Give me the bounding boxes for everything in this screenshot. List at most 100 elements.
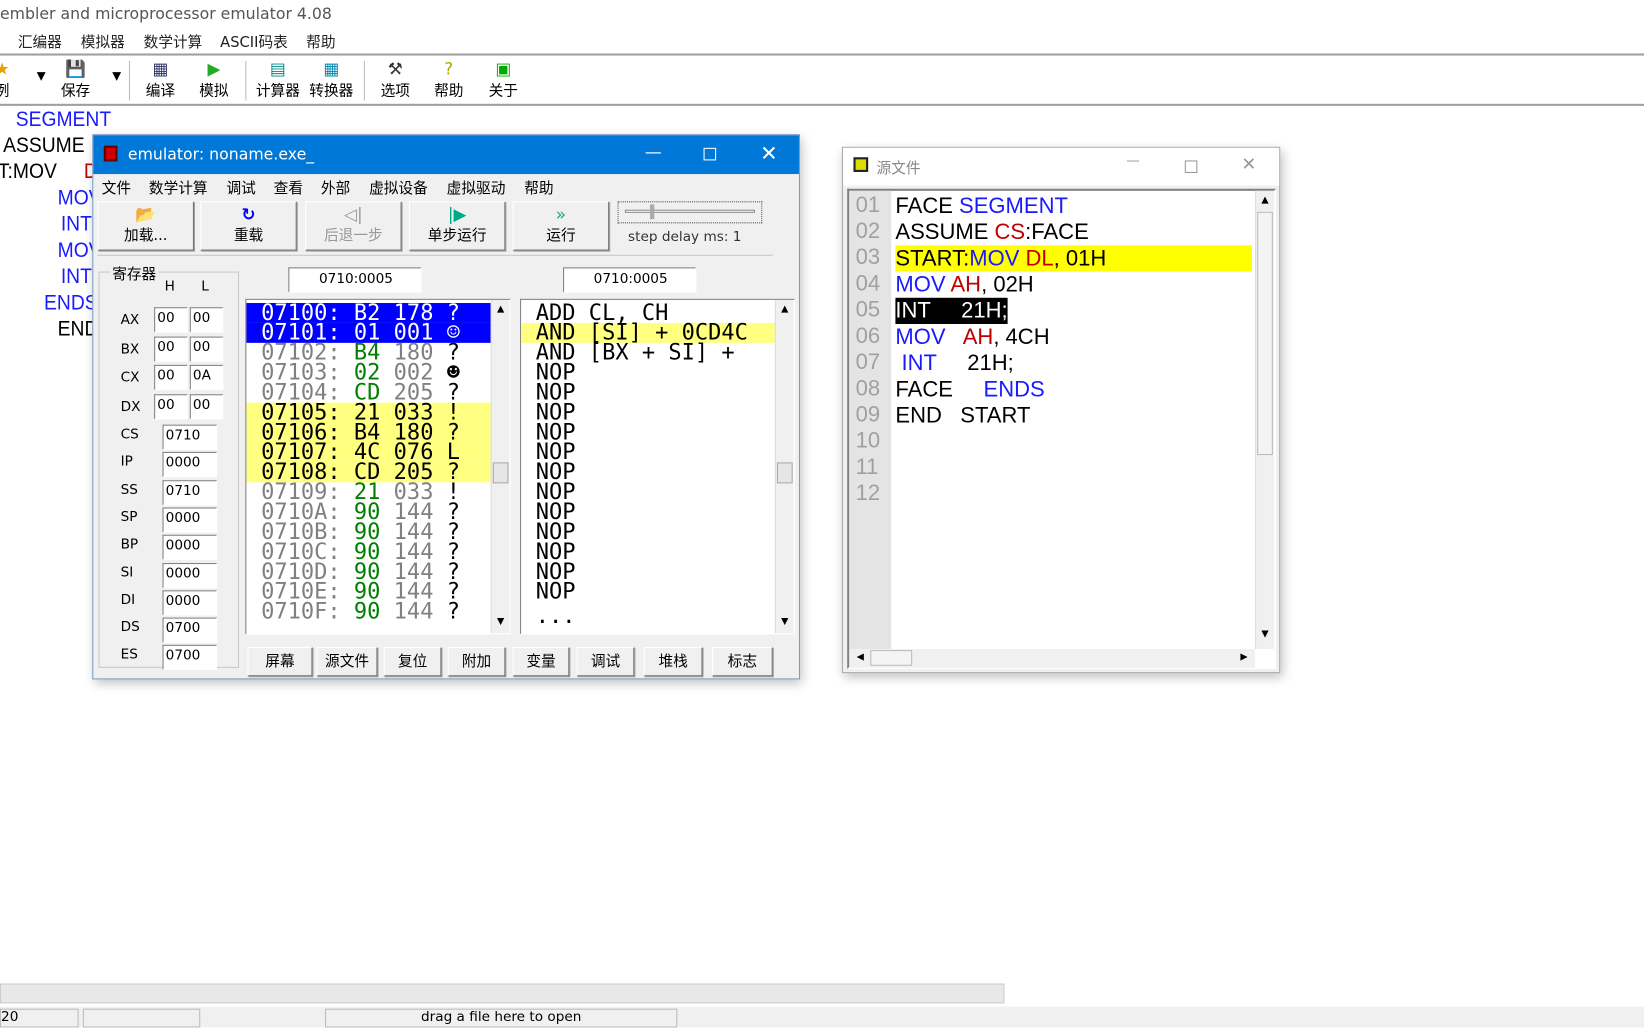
emulator-menu-item[interactable]: 查看 [274,177,303,198]
register-cx-low[interactable]: 0A [189,364,224,391]
register-bp[interactable]: 0000 [162,534,218,561]
emulator-titlebar[interactable]: emulator: noname.exe_ — ✕ [93,135,799,175]
register-ss[interactable]: 0710 [162,479,218,505]
register-ax-high[interactable]: 00 [154,307,188,333]
code-line[interactable]: SEGMENT [16,108,111,132]
step-back-button[interactable]: ◁| 后退一步 [305,201,402,251]
emulator-menu-item[interactable]: 虚拟驱动 [447,177,506,198]
scroll-left-icon[interactable]: ◀ [851,652,869,662]
scroll-thumb[interactable] [776,462,793,484]
source-line[interactable]: MOV AH, 4CH [895,324,1049,350]
source-line[interactable]: START:MOV DL, 01H [895,245,1252,272]
close-button[interactable]: ✕ [1241,154,1256,175]
code-line[interactable]: INT [61,213,92,237]
single-step-button[interactable]: |▶ 单步运行 [408,201,506,251]
source-line[interactable]: MOV AH, 02H [895,272,1033,298]
toolbar-button-5[interactable]: ▦ 转换器 [308,59,354,101]
memory-address-input[interactable]: 0710:0005 [288,267,422,293]
maximize-button[interactable] [703,147,717,161]
minimize-button[interactable]: — [1126,153,1140,169]
toolbar-button-8[interactable]: ▣ 关于 [480,59,526,101]
load-button[interactable]: 📂 加载... [97,201,194,251]
close-button[interactable]: ✕ [760,140,778,165]
source-hscrollbar[interactable]: ◀ ▶ [849,649,1256,668]
register-es[interactable]: 0700 [162,645,218,671]
emulator-menu-item[interactable]: 外部 [321,177,350,198]
disasm-row[interactable]: ... [521,604,775,626]
source-vscrollbar[interactable]: ▲ ▼ [1255,190,1274,650]
minimize-button[interactable]: — [645,142,662,162]
source-line[interactable]: ASSUME CS:FACE [895,219,1088,245]
source-line[interactable]: FACE ENDS [895,376,1044,402]
emulator-menu-item[interactable]: 调试 [226,177,255,198]
dropdown-arrow-icon[interactable]: ▼ [112,69,121,83]
bottom-button-2[interactable]: 复位 [383,646,442,677]
register-cx-high[interactable]: 00 [154,364,188,391]
source-line[interactable]: END START [895,403,1030,429]
register-si[interactable]: 0000 [162,562,218,588]
menu-item[interactable]: 数学计算 [144,31,203,52]
emulator-menu-item[interactable]: 虚拟设备 [369,177,428,198]
scroll-thumb[interactable] [492,462,509,484]
register-dx-high[interactable]: 00 [154,393,188,419]
toolbar-button-7[interactable]: ? 帮助 [426,59,472,101]
source-line[interactable]: FACE SEGMENT [895,193,1068,219]
toolbar-button-1[interactable]: 💾 保存 [52,59,98,101]
source-titlebar[interactable]: 源文件 — ✕ [842,147,1280,186]
register-ds[interactable]: 0700 [162,617,218,643]
code-line[interactable]: ASSUME [3,134,84,158]
scroll-up-icon[interactable]: ▲ [492,304,510,314]
register-bx-low[interactable]: 00 [189,336,224,362]
toolbar-button-4[interactable]: ▤ 计算器 [255,59,301,101]
source-line[interactable]: INT 21H; [895,297,1008,324]
menu-item[interactable]: ASCII码表 [220,31,288,52]
disassembly-list[interactable]: ADD CL, CH AND [SI] + 0CD4C AND [BX + SI] … [520,298,795,635]
memory-list[interactable]: 07100: B2 178 ? 07101: 01 001 ☺ 07102: B4 … [245,298,511,635]
register-di[interactable]: 0000 [162,590,218,616]
register-dx-low[interactable]: 00 [189,393,224,419]
bottom-button-0[interactable]: 屏幕 [247,646,313,677]
bottom-button-7[interactable]: 标志 [711,646,773,677]
reload-button[interactable]: ↻ 重载 [200,201,297,251]
run-button[interactable]: » 运行 [512,201,610,251]
dropdown-arrow-icon[interactable]: ▼ [37,69,46,83]
register-bx-high[interactable]: 00 [154,336,188,362]
bottom-button-6[interactable]: 堆栈 [643,646,703,677]
code-line[interactable]: T:MOV [0,160,57,184]
source-line[interactable]: INT 21H; [895,350,1014,376]
editor-hscrollbar[interactable] [0,983,1005,1004]
scroll-down-icon[interactable]: ▼ [1256,629,1274,639]
scroll-right-icon[interactable]: ▶ [1235,652,1253,662]
step-delay-slider[interactable] [617,201,763,224]
emulator-menu-item[interactable]: 文件 [102,177,131,198]
scroll-thumb[interactable] [1257,211,1273,456]
slider-thumb[interactable] [650,204,655,220]
register-ax-low[interactable]: 00 [189,307,224,333]
toolbar-button-2[interactable]: ▦ 编译 [137,59,183,101]
toolbar-button-3[interactable]: ▶ 模拟 [191,59,237,101]
source-editor[interactable]: 01 FACE SEGMENT 02 ASSUME CS:FACE 03 START:MO… [847,188,1277,669]
bottom-button-3[interactable]: 附加 [447,646,506,677]
register-sp[interactable]: 0000 [162,507,218,533]
scroll-thumb[interactable] [870,650,913,666]
emulator-menu-item[interactable]: 数学计算 [149,177,208,198]
register-ip[interactable]: 0000 [162,452,218,478]
menu-item[interactable]: 帮助 [306,31,335,52]
emulator-menu-item[interactable]: 帮助 [524,177,553,198]
bottom-button-1[interactable]: 源文件 [316,646,378,677]
toolbar-button-0[interactable]: ★例 [0,59,25,101]
bottom-button-4[interactable]: 变量 [512,646,570,677]
memory-scrollbar[interactable]: ▲ ▼ [490,299,510,634]
toolbar-button-6[interactable]: ⚒ 选项 [372,59,418,101]
scroll-up-icon[interactable]: ▲ [776,304,794,314]
code-line[interactable]: INT [61,265,92,289]
disasm-scrollbar[interactable]: ▲ ▼ [774,299,794,634]
code-line[interactable]: ENDS [44,291,98,315]
scroll-down-icon[interactable]: ▼ [776,617,794,627]
scroll-up-icon[interactable]: ▲ [1256,195,1274,205]
memory-row[interactable]: 0710F: 90 144 ? [246,600,490,622]
maximize-button[interactable] [1184,160,1198,174]
disasm-address-input[interactable]: 0710:0005 [563,267,697,293]
bottom-button-5[interactable]: 调试 [576,646,635,677]
menu-item[interactable]: 模拟器 [81,31,125,52]
